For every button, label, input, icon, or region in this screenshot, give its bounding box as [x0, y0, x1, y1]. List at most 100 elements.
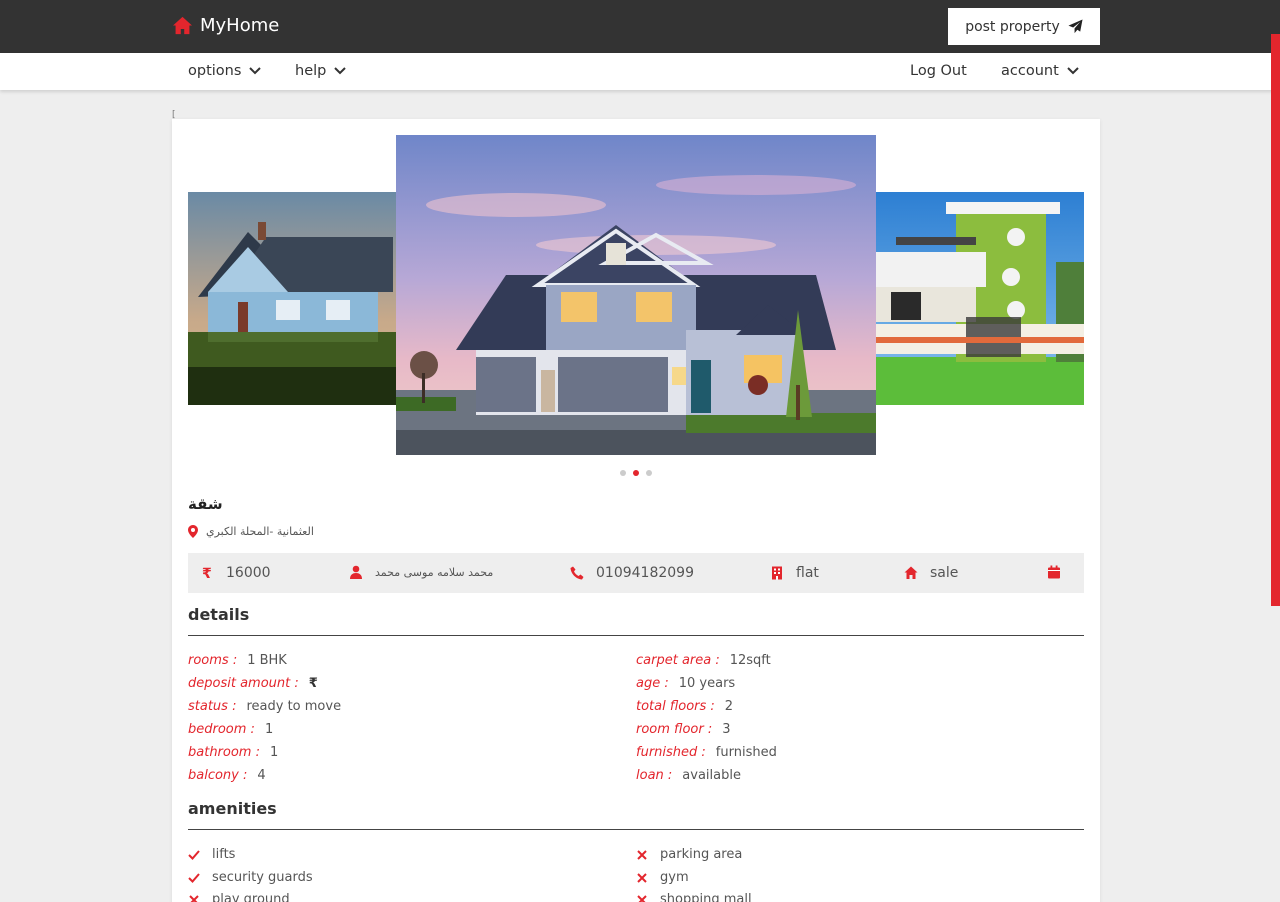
detail-label: furnished :: [636, 745, 706, 760]
post-property-button[interactable]: post property: [948, 8, 1100, 45]
nav-options-dropdown[interactable]: options: [188, 63, 262, 79]
amenity-name: lifts: [212, 847, 236, 862]
property-location: العثمانية -المحلة الكبري: [188, 525, 314, 538]
carousel-slide-next[interactable]: [876, 192, 1084, 405]
detail-value: 1: [269, 745, 279, 760]
detail-value: 12sqft: [729, 653, 771, 668]
building-icon: [772, 566, 782, 580]
owner-info: محمد سلامه موسى محمد: [349, 565, 493, 579]
top-header: MyHome post property: [0, 0, 1280, 53]
detail-age: age : 10 years: [636, 676, 735, 691]
detail-value: ready to move: [246, 699, 342, 714]
amenities-divider: [188, 829, 1084, 830]
nav-help-label: help: [295, 63, 327, 79]
nav-account-label: account: [1001, 63, 1059, 79]
detail-label: carpet area :: [636, 653, 720, 668]
amenity-name: parking area: [660, 847, 743, 862]
detail-value: furnished: [715, 745, 777, 760]
property-info-bar: ₹ 16000 محمد سلامه موسى محمد 01094182099…: [188, 553, 1084, 593]
logout-label: Log Out: [910, 63, 967, 79]
scrollbar-thumb[interactable]: [1271, 34, 1280, 606]
check-icon: [188, 849, 200, 860]
detail-bathroom: bathroom : 1: [188, 745, 278, 760]
chevron-down-icon: [1067, 67, 1079, 75]
detail-deposit-amount: deposit amount : ₹: [188, 676, 318, 691]
location-text: العثمانية -المحلة الكبري: [206, 525, 314, 538]
price-info: ₹ 16000: [200, 565, 271, 581]
detail-status: status : ready to move: [188, 699, 341, 714]
nav-bar: options help Log Out account: [0, 53, 1280, 90]
house-photo-green-facade: [876, 192, 1084, 405]
amenity-parking-area: parking area: [636, 847, 742, 862]
amenity-lifts: lifts: [188, 847, 235, 862]
carousel-dot[interactable]: [646, 470, 652, 476]
carousel-dot-active[interactable]: [633, 470, 639, 476]
type-info: flat: [770, 565, 819, 581]
nav-help-dropdown[interactable]: help: [295, 63, 347, 79]
detail-value: 10 years: [678, 676, 736, 691]
phone-icon: [570, 566, 584, 580]
detail-loan: loan : available: [636, 768, 741, 783]
x-icon: [189, 894, 199, 902]
detail-value: 2: [724, 699, 734, 714]
amenity-security-guards: security guards: [188, 870, 313, 885]
details-heading: details: [188, 605, 250, 624]
property-type: flat: [796, 565, 819, 581]
paper-plane-icon: [1068, 19, 1083, 34]
phone-info: 01094182099: [570, 565, 694, 581]
rupee-icon: ₹: [202, 566, 212, 580]
detail-label: balcony :: [188, 768, 248, 783]
detail-label: bedroom :: [188, 722, 255, 737]
detail-label: status :: [188, 699, 237, 714]
logout-link[interactable]: Log Out: [910, 63, 967, 79]
home-icon: [904, 566, 918, 579]
owner-name: محمد سلامه موسى محمد: [375, 565, 494, 579]
carousel-dot[interactable]: [620, 470, 626, 476]
detail-value: available: [682, 768, 741, 783]
svg-text:₹: ₹: [202, 566, 212, 580]
calendar-icon: [1048, 565, 1060, 579]
amenity-play-ground: play ground: [188, 892, 290, 902]
detail-carpet-area: carpet area : 12sqft: [636, 653, 771, 668]
property-title: شقة: [188, 495, 223, 513]
amenities-heading: amenities: [188, 799, 277, 818]
home-icon: [173, 16, 192, 35]
phone-number: 01094182099: [596, 565, 694, 581]
carousel-indicators: [620, 470, 652, 476]
detail-label: deposit amount :: [188, 676, 299, 691]
detail-label: loan :: [636, 768, 673, 783]
detail-value: ₹: [308, 676, 318, 691]
brand-name: MyHome: [200, 15, 280, 36]
nav-account-dropdown[interactable]: account: [1001, 63, 1079, 79]
date-info: [1047, 565, 1061, 579]
detail-rooms: rooms : 1 BHK: [188, 653, 287, 668]
detail-label: age :: [636, 676, 669, 691]
post-property-label: post property: [965, 18, 1060, 35]
detail-total-floors: total floors : 2: [636, 699, 733, 714]
detail-value: 4: [257, 768, 266, 783]
detail-balcony: balcony : 4: [188, 768, 266, 783]
detail-value: 1: [264, 722, 274, 737]
price-value: 16000: [226, 565, 271, 581]
amenity-name: play ground: [212, 892, 290, 902]
carousel-slide-prev[interactable]: [188, 192, 396, 405]
detail-value: 3: [722, 722, 731, 737]
detail-value: 1 BHK: [247, 653, 287, 668]
x-icon: [637, 894, 647, 902]
chevron-down-icon: [334, 67, 347, 75]
amenity-name: security guards: [212, 870, 313, 885]
detail-room-floor: room floor : 3: [636, 722, 731, 737]
carousel-slide-active[interactable]: [396, 135, 876, 455]
details-divider: [188, 635, 1084, 636]
listing-info: sale: [904, 565, 958, 581]
detail-label: bathroom :: [188, 745, 260, 760]
check-icon: [188, 872, 200, 883]
property-card: شقة العثمانية -المحلة الكبري ₹ 16000 محم…: [172, 119, 1100, 902]
house-photo-blue-cottage: [188, 192, 396, 405]
x-icon: [637, 849, 647, 860]
detail-label: total floors :: [636, 699, 715, 714]
house-photo-modern-garage: [396, 135, 876, 455]
brand-logo[interactable]: MyHome: [172, 15, 279, 36]
x-icon: [637, 872, 647, 883]
detail-bedroom: bedroom : 1: [188, 722, 273, 737]
